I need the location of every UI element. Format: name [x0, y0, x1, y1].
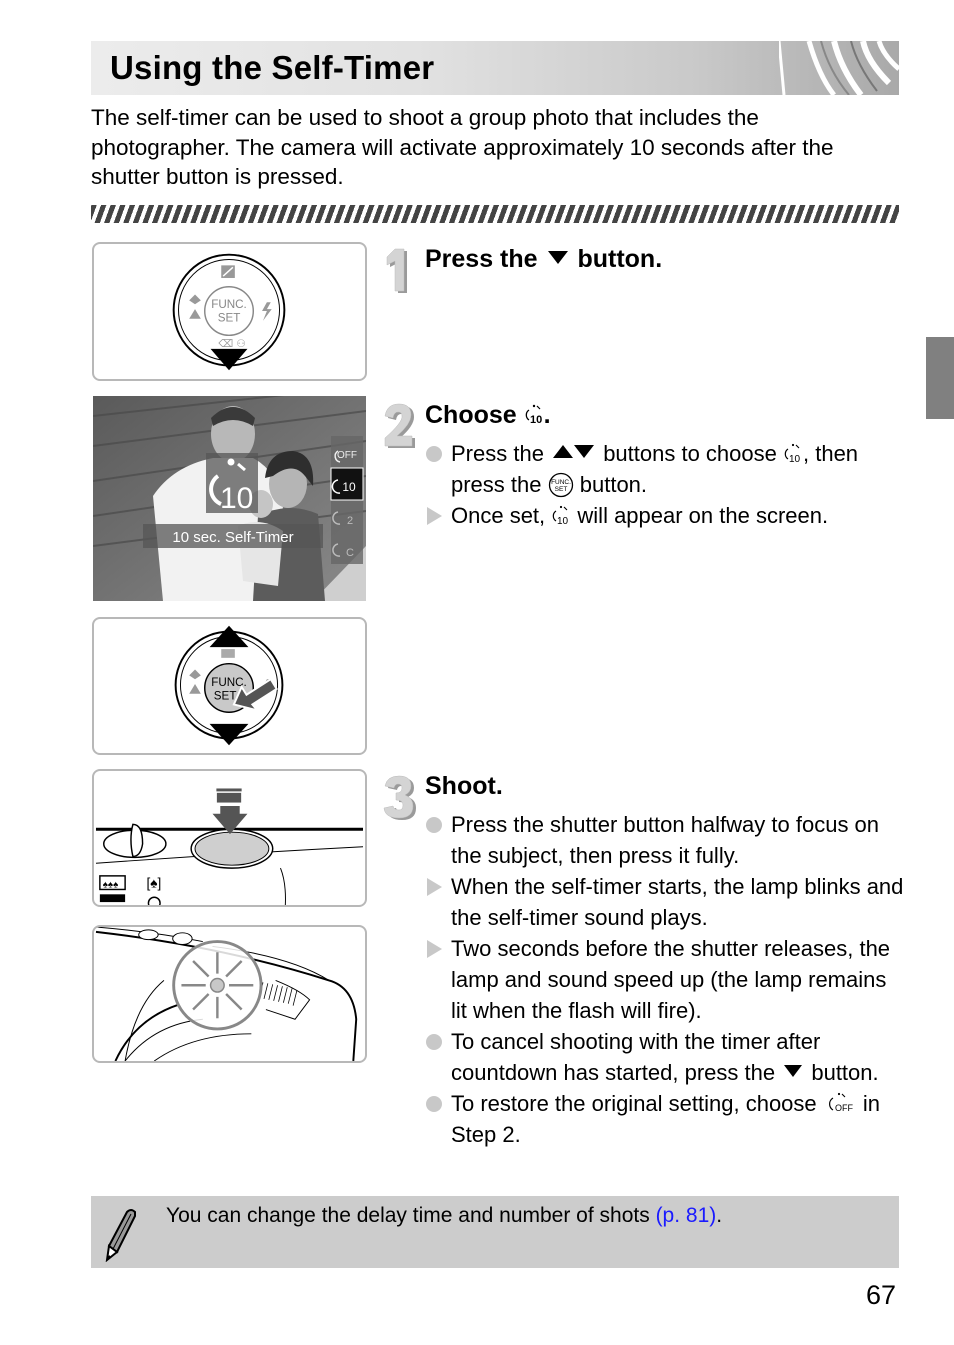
note-text: You can change the delay time and number… [166, 1203, 722, 1229]
list-item: Press the buttons to choose 10 , then pr… [425, 438, 905, 500]
figure-shutter-button: ♠♠♠ [♠] [92, 769, 367, 907]
step-3-title: Shoot. [425, 772, 503, 800]
bullet-text: To cancel shooting with the timer after … [451, 1029, 821, 1085]
step-1-title: Press the button. [425, 244, 662, 274]
camera-screen-photo: 10 10 sec. Self-Timer OFF 10 2 C [93, 396, 366, 601]
action-bullet-icon [425, 438, 445, 469]
list-item: Press the shutter button halfway to focu… [425, 809, 905, 871]
svg-text:C: C [346, 547, 354, 559]
bullet-text: When the self-timer starts, the lamp bli… [451, 874, 904, 930]
svg-text:SET: SET [554, 486, 567, 493]
step-1-title-text-after: button. [577, 245, 663, 273]
note-box: You can change the delay time and number… [91, 1196, 899, 1268]
hatched-divider [91, 205, 899, 223]
set-label: SET [218, 312, 241, 325]
bullet-text: To restore the original setting, choose [451, 1091, 817, 1116]
svg-text:OFF: OFF [337, 450, 357, 461]
down-arrow-icon [784, 1065, 803, 1077]
figure-control-dial-updown: FUNC. SET [92, 617, 367, 755]
svg-text:2: 2 [347, 515, 353, 527]
step-2-title-period: . [543, 401, 551, 429]
list-item: To cancel shooting with the timer after … [425, 1026, 905, 1088]
svg-text:10: 10 [557, 516, 569, 526]
control-dial-press-illustration: FUNC. SET [174, 625, 284, 746]
svg-text:FUNC.: FUNC. [551, 479, 571, 486]
up-arrow-icon [553, 445, 574, 458]
svg-text:10: 10 [530, 414, 542, 426]
bullet-text: Press the shutter button halfway to focu… [451, 812, 880, 868]
chapter-tab-marker [926, 337, 954, 419]
page-number: 67 [866, 1280, 897, 1310]
bullet-text: button. [579, 472, 648, 497]
result-bullet-icon [425, 500, 445, 531]
svg-text:♠♠♠: ♠♠♠ [103, 880, 118, 891]
self-timer-lamp [209, 977, 225, 993]
self-timer-10-icon: 10 [525, 404, 542, 426]
bullet-text: buttons to choose [603, 441, 777, 466]
step-3-bullets: Press the shutter button halfway to focu… [425, 809, 905, 1150]
page-reference-link[interactable]: (p. 81) [656, 1204, 717, 1227]
pencil-note-icon [105, 1209, 136, 1262]
set-label: SET [214, 690, 237, 703]
page-title: Using the Self-Timer [110, 49, 435, 86]
shutter-button-illustration: ♠♠♠ [♠] [95, 788, 364, 905]
result-bullet-icon [425, 871, 445, 902]
step-2-title: Choose 10 . [425, 400, 551, 430]
step-2-bullets: Press the buttons to choose 10 , then pr… [425, 438, 905, 531]
bullet-text: Two seconds before the shutter releases,… [451, 936, 891, 1023]
self-timer-lamp-illustration [95, 927, 358, 1061]
result-bullet-icon [425, 933, 445, 964]
bullet-text: button. [811, 1060, 879, 1085]
big-timer-value: 10 [220, 482, 253, 515]
self-timer-10-icon: 10 [784, 443, 801, 464]
list-item: Once set, 10 will appear on the screen. [425, 500, 905, 531]
svg-text:OFF: OFF [835, 1103, 853, 1113]
control-dial-illustration: FUNC. SET ⌫ ⚇ [172, 253, 286, 371]
step-number-2 [384, 403, 415, 448]
timer-option-10-label: 10 [342, 480, 356, 494]
action-bullet-icon [425, 809, 445, 840]
concentric-arcs-decoration [779, 41, 899, 95]
title-banner: Using the Self-Timer [91, 41, 899, 95]
svg-text:10: 10 [789, 454, 801, 464]
self-timer-10-icon: 10 [553, 505, 569, 526]
figure-camera-screen: 10 10 sec. Self-Timer OFF 10 2 C [93, 396, 366, 601]
func-set-button-icon: FUNC. SET [548, 472, 573, 498]
timer-drive-icons: ⌫ ⚇ [218, 338, 246, 350]
list-item: To restore the original setting, choose … [425, 1088, 905, 1150]
bullet-text: will appear on the screen. [577, 503, 829, 528]
down-arrow-icon [547, 251, 568, 264]
intro-paragraph: The self-timer can be used to shoot a gr… [91, 105, 834, 189]
timer-option-off: OFF [334, 450, 357, 463]
note-body: You can change the delay time and number… [166, 1204, 650, 1227]
step-number-3 [383, 775, 416, 820]
bullet-text: Press the [451, 441, 544, 466]
screen-banner-text: 10 sec. Self-Timer [172, 529, 293, 546]
step-2-title-text: Choose [425, 401, 517, 429]
action-bullet-icon [425, 1088, 445, 1119]
figure-self-timer-lamp [92, 925, 367, 1063]
func-label: FUNC. [211, 298, 247, 311]
bullet-text: Once set, [451, 503, 546, 528]
down-arrow-icon [574, 445, 595, 458]
step-1-title-text: Press the [425, 245, 538, 273]
step-number-1 [386, 248, 407, 293]
list-item: Two seconds before the shutter releases,… [425, 933, 905, 1026]
self-timer-off-icon: OFF [828, 1092, 853, 1113]
action-bullet-icon [425, 1026, 445, 1057]
note-period: . [716, 1204, 723, 1227]
focus-mode-icon: [♠] [146, 876, 161, 891]
list-item: When the self-timer starts, the lamp bli… [425, 871, 905, 933]
figure-control-dial-down: FUNC. SET ⌫ ⚇ [92, 242, 367, 381]
